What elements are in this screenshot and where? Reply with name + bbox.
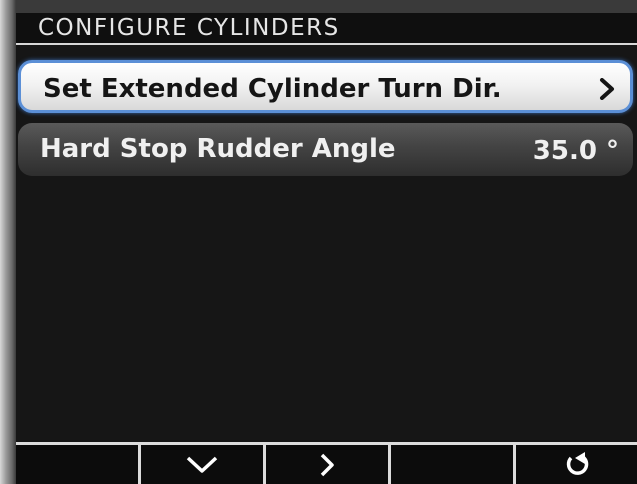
softkey-right[interactable] <box>266 445 391 484</box>
chevron-down-icon <box>186 456 218 473</box>
softkey-back[interactable] <box>516 445 637 484</box>
chevron-right-icon <box>320 453 334 476</box>
page-title: CONFIGURE CYLINDERS <box>38 15 340 41</box>
softkey-4[interactable] <box>391 445 516 484</box>
chevron-right-icon <box>596 77 618 100</box>
softkey-1[interactable] <box>16 445 141 484</box>
menu-item-hard-stop-rudder-angle[interactable]: Hard Stop Rudder Angle 35.0 ° <box>18 123 633 176</box>
device-bezel: CONFIGURE CYLINDERS Set Extended Cylinde… <box>0 0 637 484</box>
back-arrow-icon <box>566 451 588 475</box>
menu-item-label: Set Extended Cylinder Turn Dir. <box>43 74 502 104</box>
menu-item-label: Hard Stop Rudder Angle <box>40 134 396 164</box>
softkey-bar <box>16 442 637 484</box>
softkey-down[interactable] <box>141 445 266 484</box>
title-bar: CONFIGURE CYLINDERS <box>16 13 637 45</box>
display-screen: CONFIGURE CYLINDERS Set Extended Cylinde… <box>16 13 637 484</box>
menu-item-value: 35.0 ° <box>532 136 619 166</box>
menu-item-set-extended-cylinder-turn-dir[interactable]: Set Extended Cylinder Turn Dir. <box>18 60 633 113</box>
